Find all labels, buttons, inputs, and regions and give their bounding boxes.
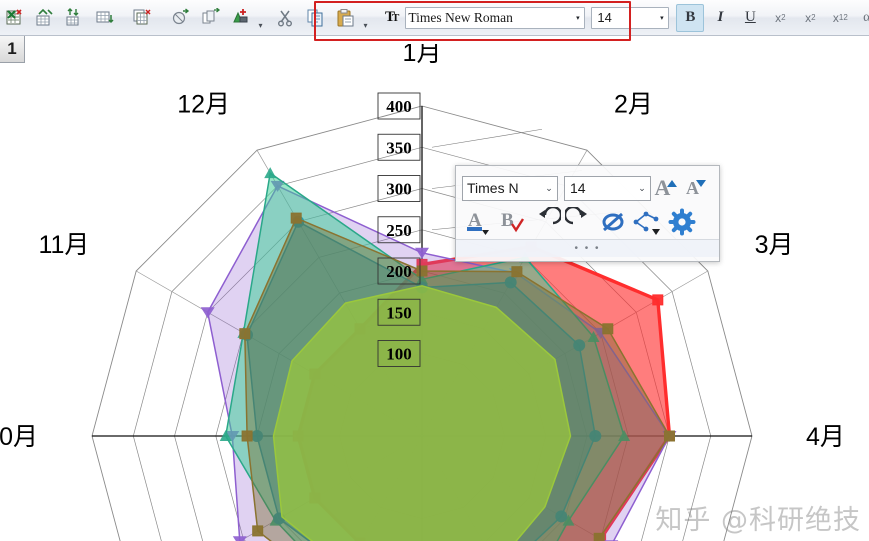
category-label-1月: 1月	[403, 44, 442, 67]
category-label-3月: 3月	[755, 231, 794, 259]
copy-table-icon[interactable]	[129, 4, 157, 32]
series-marker	[239, 328, 251, 340]
radar-chart[interactable]: 1001502002503003504001月2月3月4月5月6月7月8月9月1…	[0, 44, 869, 541]
radial-tick-label-150: 150	[386, 303, 412, 322]
series-marker	[652, 294, 664, 306]
font-size-value: 14	[597, 10, 612, 25]
series-marker	[264, 167, 277, 179]
add-series-icon[interactable]	[227, 4, 255, 32]
toolbar-group-clipboard: ▾	[271, 1, 370, 35]
export-to-excel-icon[interactable]	[1, 4, 29, 32]
category-label-12月: 12月	[177, 90, 230, 118]
radial-tick-label-100: 100	[386, 345, 412, 364]
radial-tick-label-350: 350	[386, 138, 412, 157]
insert-rows-icon[interactable]	[31, 4, 59, 32]
duplicate-icon[interactable]	[197, 4, 225, 32]
toolbar-group-objects: ▾	[166, 1, 265, 35]
overflow-dots: • • •	[574, 242, 601, 254]
radial-tick-label-250: 250	[386, 221, 412, 240]
series-marker	[664, 430, 675, 442]
radial-tick-label-300: 300	[386, 180, 412, 199]
sort-rows-icon[interactable]	[61, 4, 89, 32]
triangle-up-icon	[667, 180, 678, 187]
mini-font-name-value: Times N	[467, 180, 519, 196]
mini-font-size-value: 14	[570, 180, 586, 196]
watermark: 知乎 @科研绝技	[655, 505, 861, 536]
chevron-down-icon[interactable]: ▾	[655, 7, 669, 28]
chevron-down-icon[interactable]: ⌄	[541, 183, 557, 194]
chevron-down-icon[interactable]: ⌄	[634, 183, 650, 194]
tick-leader-350	[431, 128, 543, 148]
radial-tick-label-400: 400	[386, 97, 412, 116]
radial-tick-label-200: 200	[386, 262, 412, 281]
toolbar-group-font: TT Times New Roman ▾ 14 ▾ B	[382, 1, 705, 35]
toolbar-group-format: I U x2 x2 x12 αβ A▴ A▾ ▾ ▾	[705, 1, 869, 35]
series-marker	[511, 266, 523, 278]
series-marker	[416, 265, 428, 277]
toolbar-overflow-1[interactable]: ▾	[256, 4, 265, 32]
italic-button[interactable]: I	[706, 4, 734, 32]
paste-icon[interactable]	[332, 4, 360, 32]
font-name-combobox[interactable]: Times New Roman ▾	[405, 6, 586, 29]
rotate-right-icon[interactable]	[563, 206, 597, 237]
font-type-icon: TT	[385, 9, 400, 25]
category-label-11月: 11月	[38, 231, 89, 259]
insert-column-icon[interactable]	[91, 4, 119, 32]
category-label-4月: 4月	[806, 423, 845, 451]
cut-icon[interactable]	[272, 4, 300, 32]
toolbar-group-sheet	[128, 1, 158, 35]
superscript-button[interactable]: x2	[766, 4, 794, 32]
font-name-value: Times New Roman	[408, 9, 513, 25]
mini-format-toolbar[interactable]: Times N ⌄ 14 ⌄ A A A B • • •	[455, 165, 720, 262]
mini-font-name-combobox[interactable]: Times N ⌄	[462, 175, 558, 201]
grow-font-button[interactable]: A	[651, 173, 681, 203]
subscript-button[interactable]: x2	[796, 4, 824, 32]
series-marker	[593, 532, 605, 541]
scatter-connect-icon[interactable]	[631, 207, 665, 237]
shrink-font-button[interactable]: A	[681, 173, 711, 203]
no-fill-icon[interactable]	[597, 207, 631, 237]
rotate-left-icon[interactable]	[529, 206, 563, 237]
svg-text:B: B	[501, 210, 514, 231]
select-data-icon[interactable]	[167, 4, 195, 32]
chevron-down-icon[interactable]: ▾	[571, 7, 585, 28]
greek-symbol-button[interactable]: αβ	[856, 4, 869, 32]
category-label-2月: 2月	[614, 90, 653, 118]
series-marker	[290, 212, 302, 224]
category-label-10月: 10月	[0, 423, 38, 451]
grow-font-label: A	[654, 175, 671, 200]
underline-button[interactable]: U	[736, 4, 764, 32]
toolbar-overflow-2[interactable]: ▾	[361, 4, 370, 32]
mini-font-size-combobox[interactable]: 14 ⌄	[564, 175, 651, 201]
radar-chart-svg: 1001502002503003504001月2月3月4月5月6月7月8月9月1…	[0, 44, 845, 541]
top-toolbar: ▾ ▾ TT Times New Roman ▾ 14 ▾ B I U x2 x…	[0, 0, 869, 36]
spell-check-icon[interactable]: B	[495, 207, 529, 237]
toolbar-group-data	[0, 1, 120, 35]
subsuperscript-button[interactable]: x12	[826, 4, 854, 32]
font-color-icon[interactable]: A	[461, 207, 495, 237]
mini-toolbar-row-actions: A B	[456, 204, 719, 239]
copy-icon[interactable]	[302, 4, 330, 32]
series-marker	[252, 525, 264, 537]
mini-toolbar-row-font: Times N ⌄ 14 ⌄ A A	[456, 166, 719, 204]
mini-toolbar-overflow-bar[interactable]: • • •	[456, 239, 719, 257]
bold-button[interactable]: B	[676, 3, 705, 32]
series-marker	[602, 323, 614, 335]
triangle-down-icon	[696, 180, 706, 187]
font-size-combobox[interactable]: 14 ▾	[591, 6, 670, 29]
series-marker	[241, 430, 253, 442]
settings-gear-icon[interactable]	[665, 207, 699, 237]
